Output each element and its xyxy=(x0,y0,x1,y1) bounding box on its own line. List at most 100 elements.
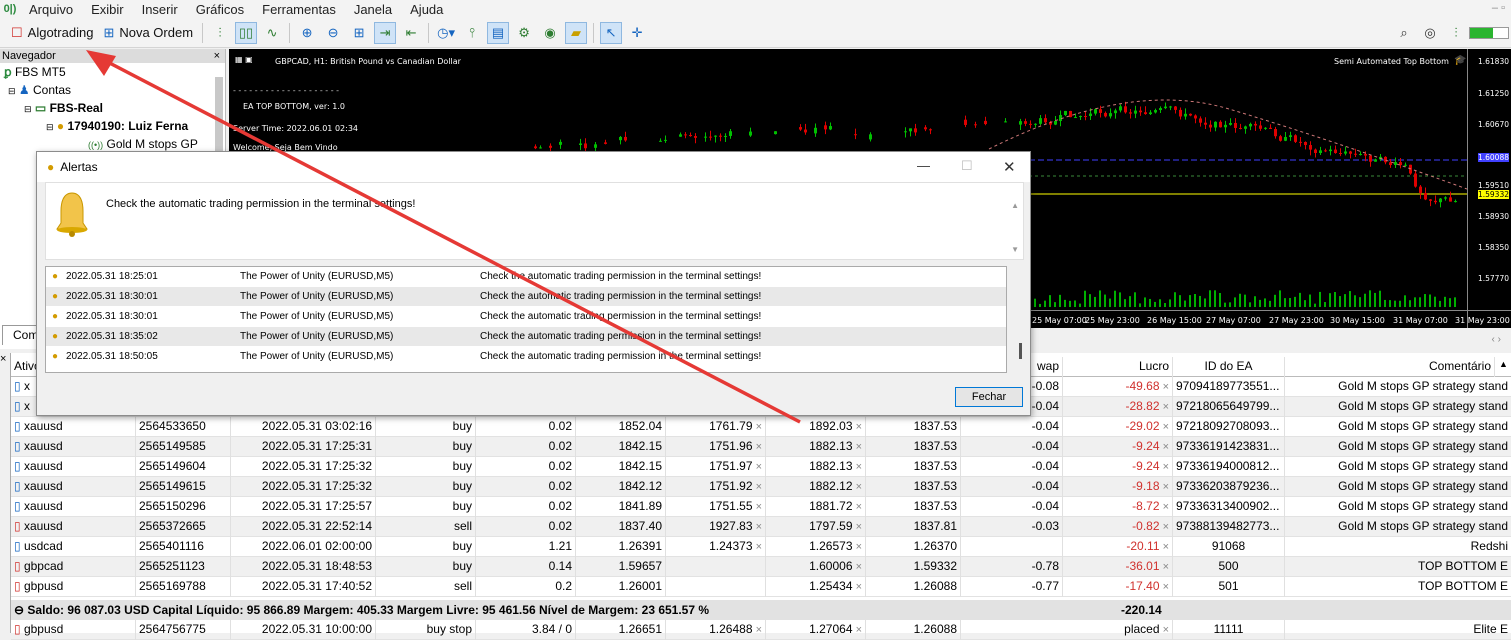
remove-icon[interactable]: × xyxy=(1160,581,1169,593)
remove-icon[interactable]: × xyxy=(753,441,762,453)
table-row[interactable]: ▯ xauusd 2564533650 2022.05.31 03:02:16 buy… xyxy=(11,417,1511,437)
cell-profit[interactable]: -9.24 × xyxy=(1063,457,1173,477)
cell-tp[interactable]: 1882.12 × xyxy=(766,477,866,497)
cell-sl[interactable]: 1927.83 × xyxy=(666,517,766,537)
table-row[interactable]: ▯ xauusd 2565149585 2022.05.31 17:25:31 buy… xyxy=(11,437,1511,457)
remove-icon[interactable]: × xyxy=(753,501,762,513)
remove-icon[interactable]: × xyxy=(1160,461,1169,473)
cell-tp[interactable]: 1.60006 × xyxy=(766,557,866,577)
col-id-ea[interactable]: ID do EA xyxy=(1173,357,1285,377)
cell-sl[interactable] xyxy=(666,577,766,597)
menu-ajuda[interactable]: Ajuda xyxy=(401,2,452,17)
cell-profit[interactable]: -8.72 × xyxy=(1063,497,1173,517)
remove-icon[interactable]: × xyxy=(753,421,762,433)
crosshair-icon[interactable]: ✛ xyxy=(626,22,648,44)
col-comentario[interactable]: Comentário xyxy=(1285,357,1495,377)
menu-arquivo[interactable]: Arquivo xyxy=(20,2,82,17)
indicators-icon[interactable]: ⫯ xyxy=(461,22,483,44)
menu-exibir[interactable]: Exibir xyxy=(82,2,133,17)
tile-windows-icon[interactable]: ⊞ xyxy=(348,22,370,44)
remove-icon[interactable]: × xyxy=(1160,541,1169,553)
cell-tp[interactable]: 1.26573 × xyxy=(766,537,866,557)
close-icon[interactable]: × xyxy=(214,49,220,63)
color-palette-icon[interactable]: ◉ xyxy=(539,22,561,44)
cell-tp[interactable]: 1882.13 × xyxy=(766,457,866,477)
remove-icon[interactable]: × xyxy=(853,561,862,573)
chart-shift-icon[interactable]: ⇤ xyxy=(400,22,422,44)
candlestick-icon[interactable]: ▯▯ xyxy=(235,21,258,44)
alert-row[interactable]: ● 2022.05.31 18:30:01 The Power of Unity (… xyxy=(46,307,1006,326)
cell-sl[interactable] xyxy=(666,557,766,577)
remove-icon[interactable]: × xyxy=(853,521,862,533)
alerts-scrollbar[interactable] xyxy=(1016,267,1030,374)
menu-janela[interactable]: Janela xyxy=(345,2,401,17)
remove-icon[interactable]: × xyxy=(853,481,862,493)
table-row[interactable]: ▯ xauusd 2565149615 2022.05.31 17:25:32 buy… xyxy=(11,477,1511,497)
table-row[interactable]: ▯ gbpcad 2565251123 2022.05.31 18:48:53 buy… xyxy=(11,557,1511,577)
scroll-up-icon[interactable]: ▲ xyxy=(1011,201,1019,210)
zoom-out-icon[interactable]: ⊖ xyxy=(322,22,344,44)
cell-profit[interactable]: -29.02 × xyxy=(1063,417,1173,437)
cell-sl[interactable]: 1751.55 × xyxy=(666,497,766,517)
cursor-icon[interactable]: ↖ xyxy=(600,21,623,44)
col-lucro[interactable]: Lucro xyxy=(1063,357,1173,377)
table-row[interactable]: ▯ gbpusd 2565169788 2022.05.31 17:40:52 sel… xyxy=(11,577,1511,597)
cell-sl[interactable]: 1761.79 × xyxy=(666,417,766,437)
cell-profit[interactable]: -49.68 × xyxy=(1063,377,1173,397)
cell-tp[interactable]: 1.25434 × xyxy=(766,577,866,597)
cell-tp[interactable]: 1797.59 × xyxy=(766,517,866,537)
remove-icon[interactable]: × xyxy=(753,541,762,553)
cell-profit[interactable]: -36.01 × xyxy=(1063,557,1173,577)
menu-inserir[interactable]: Inserir xyxy=(133,2,187,17)
timeframe-clock-icon[interactable]: ◷▾ xyxy=(435,22,457,44)
zoom-in-icon[interactable]: ⊕ xyxy=(296,22,318,44)
remove-icon[interactable]: × xyxy=(853,461,862,473)
folder-icon[interactable]: ▰ xyxy=(565,21,588,44)
table-row[interactable]: ▯ xauusd 2565372665 2022.05.31 22:52:14 sel… xyxy=(11,517,1511,537)
autoscroll-icon[interactable]: ⇥ xyxy=(374,21,397,44)
remove-icon[interactable]: × xyxy=(1160,501,1169,513)
nav-item-account[interactable]: ⊟ ● 17940190: Luiz Ferna xyxy=(0,117,225,135)
remove-icon[interactable]: × xyxy=(1160,481,1169,493)
settings-gear-icon[interactable]: ⚙ xyxy=(513,22,535,44)
cell-tp[interactable]: 1881.72 × xyxy=(766,497,866,517)
bar-chart-icon[interactable]: ⫶ xyxy=(209,22,231,44)
remove-icon[interactable]: × xyxy=(853,624,862,636)
alert-row[interactable]: ● 2022.05.31 18:30:01 The Power of Unity (… xyxy=(46,287,1006,306)
minimize-icon[interactable]: — xyxy=(917,158,930,173)
remove-icon[interactable]: × xyxy=(1160,401,1169,413)
account-icon[interactable]: ◎ xyxy=(1419,22,1441,44)
fechar-button[interactable]: Fechar xyxy=(955,387,1023,407)
cell-sl[interactable]: 1751.97 × xyxy=(666,457,766,477)
cell-profit[interactable]: -20.11 × xyxy=(1063,537,1173,557)
nav-item-fbs-mt5[interactable]: ꝑ FBS MT5 xyxy=(0,63,225,81)
remove-icon[interactable]: × xyxy=(753,481,762,493)
line-chart-icon[interactable]: ∿ xyxy=(261,22,283,44)
nav-item-contas[interactable]: ⊟ ♟ Contas xyxy=(0,81,225,99)
remove-icon[interactable]: × xyxy=(753,461,762,473)
remove-icon[interactable]: × xyxy=(853,441,862,453)
menu-ferramentas[interactable]: Ferramentas xyxy=(253,2,345,17)
toolbox-close[interactable]: × xyxy=(0,353,10,633)
table-row[interactable]: ▯ xauusd 2565150296 2022.05.31 17:25:57 buy… xyxy=(11,497,1511,517)
table-row[interactable]: ▯ usdcad 2565401116 2022.06.01 02:00:00 buy… xyxy=(11,537,1511,557)
cell-tp[interactable]: 1892.03 × xyxy=(766,417,866,437)
signal-icon[interactable]: ⫶ xyxy=(1445,22,1467,44)
remove-icon[interactable]: × xyxy=(753,521,762,533)
algotrading-button[interactable]: ☐ Algotrading xyxy=(6,21,98,45)
cell-profit[interactable]: -9.18 × xyxy=(1063,477,1173,497)
cell-sl[interactable]: 1.24373 × xyxy=(666,537,766,557)
maximize-icon[interactable]: ☐ xyxy=(961,158,973,174)
tab-scroll-arrows[interactable]: ‹ › xyxy=(1492,334,1501,345)
remove-icon[interactable]: × xyxy=(1160,381,1169,393)
remove-icon[interactable]: × xyxy=(753,624,762,636)
scroll-down-icon[interactable]: ▼ xyxy=(1011,245,1019,254)
alert-row[interactable]: ● 2022.05.31 18:25:01 The Power of Unity (… xyxy=(46,267,1006,286)
search-icon[interactable]: ⌕ xyxy=(1393,22,1415,44)
close-icon[interactable]: ✕ xyxy=(1003,158,1016,176)
remove-icon[interactable]: × xyxy=(1160,561,1169,573)
remove-icon[interactable]: × xyxy=(1160,441,1169,453)
remove-icon[interactable]: × xyxy=(853,581,862,593)
cell-sl[interactable]: 1751.92 × xyxy=(666,477,766,497)
remove-icon[interactable]: × xyxy=(1160,521,1169,533)
